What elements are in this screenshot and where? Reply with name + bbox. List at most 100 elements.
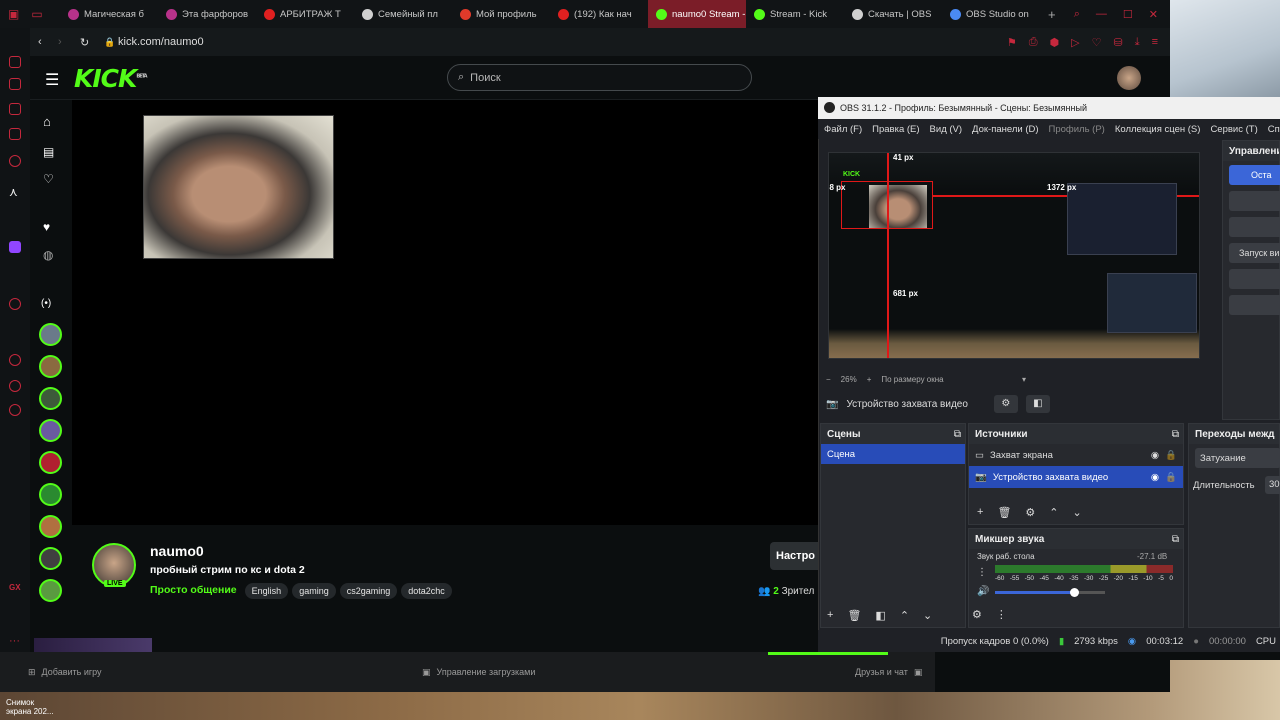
browser-tab[interactable]: Stream - Kick [746, 0, 844, 28]
gear-icon[interactable]: ⚙ [1025, 506, 1035, 519]
obs-preview[interactable]: KICK 41 px 68 px 1372 px 681 px [828, 152, 1200, 359]
browser-tab[interactable]: naumo0 Stream - Wat [648, 0, 746, 28]
search-tabs-icon[interactable]: ⌕ [1074, 8, 1080, 21]
reload-icon[interactable]: ↻ [80, 36, 104, 49]
tab-list-icon[interactable]: ▭ [31, 7, 42, 21]
browser-tab[interactable]: Скачать | OBS [844, 0, 942, 28]
source-properties-icon[interactable]: ⚙ [993, 395, 1018, 413]
maximize-icon[interactable]: ☐ [1123, 8, 1133, 21]
dock-float-icon[interactable]: ⧉ [954, 429, 965, 440]
zoom-out-icon[interactable]: − [826, 375, 831, 384]
home-icon[interactable]: ⌂ [43, 114, 51, 129]
tag-chip[interactable]: cs2gaming [339, 583, 398, 599]
zoom-in-icon[interactable]: + [867, 375, 872, 384]
trash-icon[interactable]: 🗑 [847, 609, 861, 622]
lock-icon[interactable]: 🔒 [1165, 472, 1183, 483]
category-link[interactable]: Просто общение [150, 584, 237, 596]
recommended-icon[interactable]: ◍ [43, 248, 53, 262]
source-item[interactable]: ▭ Захват экрана ◉ 🔒 [969, 444, 1183, 466]
obs-menu-item[interactable]: Коллекция сцен (S) [1115, 124, 1201, 135]
browser-tab[interactable]: Семейный пл [354, 0, 452, 28]
sidebar-ai-icon[interactable]: ⋏ [9, 185, 21, 199]
browse-icon[interactable]: ▤ [43, 145, 54, 159]
bookmark-pin-icon[interactable]: ⚑ [1007, 36, 1017, 49]
heart-icon[interactable]: ♡ [1092, 36, 1102, 49]
stop-stream-button[interactable]: Оста [1229, 165, 1280, 185]
lock-icon[interactable]: 🔒 [1165, 450, 1183, 461]
browser-tab[interactable]: OBS Studio on [942, 0, 1040, 28]
play-icon[interactable]: ▷ [1071, 36, 1079, 49]
sidebar-app-icon[interactable] [9, 78, 21, 90]
tag-chip[interactable]: gaming [292, 583, 336, 599]
sidebar-app-icon[interactable] [9, 380, 21, 392]
channel-avatar[interactable] [39, 323, 62, 346]
sidebar-app-icon[interactable] [9, 155, 21, 167]
virtual-cam-button[interactable] [1229, 217, 1280, 237]
add-icon[interactable]: + [827, 609, 833, 622]
hamburger-icon[interactable]: ☰ [45, 70, 59, 90]
start-virtualcam-button[interactable]: Запуск ви [1229, 243, 1280, 263]
record-button[interactable] [1229, 191, 1280, 211]
move-down-icon[interactable]: ⌄ [923, 609, 932, 622]
zoom-dropdown-icon[interactable]: ▾ [1022, 375, 1216, 384]
settings-icon[interactable] [9, 404, 21, 416]
sidebar-player-icon[interactable] [9, 298, 21, 310]
browser-tab[interactable]: Мой профиль [452, 0, 550, 28]
obs-menu-item[interactable]: Сервис (T) [1210, 124, 1257, 135]
browser-tab[interactable]: Эта фарфоров [158, 0, 256, 28]
obs-menu-item[interactable]: Правка (E) [872, 124, 919, 135]
sidebar-app-icon[interactable] [9, 103, 21, 115]
channel-avatar[interactable] [39, 355, 62, 378]
studio-mode-button[interactable] [1229, 269, 1280, 289]
desktop-file-snip[interactable]: Снимок экрана 202... [6, 698, 56, 716]
advanced-audio-icon[interactable]: ⚙ [972, 608, 982, 621]
channel-avatar[interactable] [39, 515, 62, 538]
friends-chat-button[interactable]: Друзья и чат ▣ [855, 667, 922, 678]
duration-input[interactable]: 30 [1265, 476, 1280, 494]
volume-slider-handle[interactable] [1070, 588, 1080, 597]
back-icon[interactable]: ‹ [30, 36, 58, 48]
sidebar-app-icon[interactable] [9, 128, 21, 140]
obs-menu-item[interactable]: Файл (F) [824, 124, 862, 135]
dock-float-icon[interactable]: ⧉ [1172, 534, 1183, 545]
new-tab-button[interactable]: + [1040, 7, 1064, 22]
search-input[interactable]: ⌕ Поиск [447, 64, 752, 91]
scene-item[interactable]: Сцена [821, 444, 965, 464]
obs-menu-item[interactable]: Док-панели (D) [972, 124, 1038, 135]
download-icon[interactable]: ⤓ [1135, 36, 1140, 49]
dock-float-icon[interactable]: ⧉ [1172, 429, 1183, 440]
close-icon[interactable]: ✕ [1149, 8, 1158, 21]
speaker-icon[interactable]: 🔊 [977, 586, 989, 597]
tag-chip[interactable]: dota2chc [401, 583, 452, 599]
shield-icon[interactable]: ⬢ [1050, 36, 1060, 49]
browser-tab[interactable]: (192) Как нач [550, 0, 648, 28]
move-down-icon[interactable]: ⌄ [1073, 506, 1082, 519]
channel-avatar[interactable] [39, 419, 62, 442]
settings-button[interactable] [1229, 295, 1280, 315]
obs-menu-item[interactable]: Вид (V) [930, 124, 963, 135]
channel-avatar[interactable] [39, 547, 62, 570]
sidebar-app-icon[interactable] [9, 56, 21, 68]
filter-icon[interactable]: ◧ [875, 609, 885, 622]
favorite-icon[interactable]: ♥ [43, 220, 50, 234]
visibility-eye-icon[interactable]: ◉ [1151, 472, 1159, 483]
menu-icon[interactable]: ≡ [1152, 36, 1158, 49]
move-up-icon[interactable]: ⌃ [1049, 506, 1058, 519]
workspace-icon[interactable]: ▣ [8, 7, 19, 21]
channel-avatar[interactable] [39, 483, 62, 506]
channel-name[interactable]: naumo0 [150, 543, 204, 559]
tag-chip[interactable]: English [244, 583, 289, 599]
user-avatar[interactable] [1117, 66, 1141, 90]
source-item[interactable]: 📷 Устройство захвата видео ◉ 🔒 [969, 466, 1183, 488]
history-icon[interactable] [9, 354, 21, 366]
zoom-mode[interactable]: По размеру окна [881, 375, 943, 384]
mixer-menu-icon[interactable]: ⋮ [977, 567, 987, 578]
visibility-eye-icon[interactable]: ◉ [1151, 450, 1159, 461]
obs-menu-item[interactable]: Сп [1268, 124, 1280, 135]
channel-avatar[interactable] [39, 387, 62, 410]
add-game-button[interactable]: ⊞ Добавить игру [28, 667, 102, 678]
wallet-icon[interactable]: ⛁ [1113, 36, 1122, 49]
move-up-icon[interactable]: ⌃ [900, 609, 909, 622]
browser-tab[interactable]: АРБИТРАЖ Т [256, 0, 354, 28]
downloads-button[interactable]: ▣ Управление загрузками [422, 667, 535, 678]
